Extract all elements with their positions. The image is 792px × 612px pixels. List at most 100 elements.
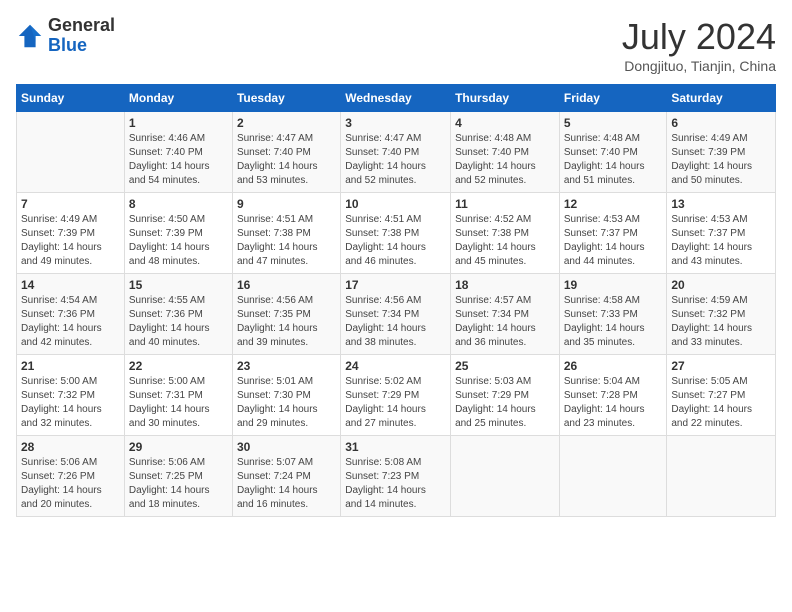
calendar-cell: 3Sunrise: 4:47 AM Sunset: 7:40 PM Daylig… bbox=[341, 112, 451, 193]
day-detail: Sunrise: 5:02 AM Sunset: 7:29 PM Dayligh… bbox=[345, 375, 446, 431]
weekday-header: Tuesday bbox=[232, 85, 340, 112]
day-detail: Sunrise: 5:06 AM Sunset: 7:26 PM Dayligh… bbox=[21, 456, 120, 512]
calendar-table: SundayMondayTuesdayWednesdayThursdayFrid… bbox=[16, 84, 776, 517]
calendar-cell: 23 Sunrise: 5:01 AM Sunset: 7:30 PM Dayli… bbox=[232, 355, 340, 436]
weekday-header: Wednesday bbox=[341, 85, 451, 112]
calendar-cell: 5Sunrise: 4:48 AM Sunset: 7:40 PM Daylig… bbox=[559, 112, 667, 193]
day-number: 18 bbox=[455, 278, 555, 292]
day-number: 3 bbox=[345, 116, 446, 130]
day-number: 22 bbox=[129, 359, 228, 373]
weekday-header: Friday bbox=[559, 85, 667, 112]
day-detail: Sunrise: 4:57 AM Sunset: 7:34 PM Dayligh… bbox=[455, 294, 555, 350]
day-detail: Sunrise: 5:00 AM Sunset: 7:32 PM Dayligh… bbox=[21, 375, 120, 431]
calendar-cell: 15Sunrise: 4:55 AM Sunset: 7:36 PM Dayli… bbox=[124, 274, 232, 355]
calendar-cell: 6 Sunrise: 4:49 AM Sunset: 7:39 PM Daylig… bbox=[667, 112, 776, 193]
logo-text: General Blue bbox=[48, 16, 115, 56]
weekday-header: Sunday bbox=[17, 85, 125, 112]
calendar-week-row: 7 Sunrise: 4:49 AM Sunset: 7:39 PM Daylig… bbox=[17, 193, 776, 274]
logo: General Blue bbox=[16, 16, 115, 56]
day-number: 7 bbox=[21, 197, 120, 211]
day-number: 26 bbox=[564, 359, 663, 373]
location: Dongjituo, Tianjin, China bbox=[622, 58, 776, 74]
calendar-cell: 1 Sunrise: 4:46 AM Sunset: 7:40 PM Daylig… bbox=[124, 112, 232, 193]
day-number: 1 bbox=[129, 116, 228, 130]
day-detail: Sunrise: 5:06 AM Sunset: 7:25 PM Dayligh… bbox=[129, 456, 228, 512]
day-detail: Sunrise: 4:59 AM Sunset: 7:32 PM Dayligh… bbox=[671, 294, 771, 350]
day-detail: Sunrise: 5:04 AM Sunset: 7:28 PM Dayligh… bbox=[564, 375, 663, 431]
day-detail: Sunrise: 4:58 AM Sunset: 7:33 PM Dayligh… bbox=[564, 294, 663, 350]
calendar-cell: 27 Sunrise: 5:05 AM Sunset: 7:27 PM Dayli… bbox=[667, 355, 776, 436]
calendar-cell: 8 Sunrise: 4:50 AM Sunset: 7:39 PM Daylig… bbox=[124, 193, 232, 274]
calendar-cell: 16 Sunrise: 4:56 AM Sunset: 7:35 PM Dayli… bbox=[232, 274, 340, 355]
day-number: 2 bbox=[237, 116, 336, 130]
day-number: 27 bbox=[671, 359, 771, 373]
day-detail: Sunrise: 5:00 AM Sunset: 7:31 PM Dayligh… bbox=[129, 375, 228, 431]
day-number: 30 bbox=[237, 440, 336, 454]
day-number: 21 bbox=[21, 359, 120, 373]
day-detail: Sunrise: 4:54 AM Sunset: 7:36 PM Dayligh… bbox=[21, 294, 120, 350]
day-detail: Sunrise: 5:07 AM Sunset: 7:24 PM Dayligh… bbox=[237, 456, 336, 512]
calendar-cell: 30 Sunrise: 5:07 AM Sunset: 7:24 PM Dayli… bbox=[232, 436, 340, 517]
calendar-cell bbox=[559, 436, 667, 517]
calendar-week-row: 14 Sunrise: 4:54 AM Sunset: 7:36 PM Dayli… bbox=[17, 274, 776, 355]
weekday-header-row: SundayMondayTuesdayWednesdayThursdayFrid… bbox=[17, 85, 776, 112]
calendar-cell: 10 Sunrise: 4:51 AM Sunset: 7:38 PM Dayli… bbox=[341, 193, 451, 274]
day-number: 10 bbox=[345, 197, 446, 211]
calendar-week-row: 1 Sunrise: 4:46 AM Sunset: 7:40 PM Daylig… bbox=[17, 112, 776, 193]
day-number: 13 bbox=[671, 197, 771, 211]
calendar-cell: 20 Sunrise: 4:59 AM Sunset: 7:32 PM Dayli… bbox=[667, 274, 776, 355]
calendar-cell: 31 Sunrise: 5:08 AM Sunset: 7:23 PM Dayli… bbox=[341, 436, 451, 517]
calendar-cell: 11Sunrise: 4:52 AM Sunset: 7:38 PM Dayli… bbox=[451, 193, 560, 274]
logo-blue: Blue bbox=[48, 35, 87, 55]
day-number: 25 bbox=[455, 359, 555, 373]
day-detail: Sunrise: 4:52 AM Sunset: 7:38 PM Dayligh… bbox=[455, 213, 555, 269]
month-title: July 2024 bbox=[622, 16, 776, 58]
day-detail: Sunrise: 4:51 AM Sunset: 7:38 PM Dayligh… bbox=[237, 213, 336, 269]
calendar-cell: 2 Sunrise: 4:47 AM Sunset: 7:40 PM Daylig… bbox=[232, 112, 340, 193]
logo-general: General bbox=[48, 15, 115, 35]
day-number: 29 bbox=[129, 440, 228, 454]
day-number: 17 bbox=[345, 278, 446, 292]
day-number: 8 bbox=[129, 197, 228, 211]
calendar-cell: 4Sunrise: 4:48 AM Sunset: 7:40 PM Daylig… bbox=[451, 112, 560, 193]
day-detail: Sunrise: 4:56 AM Sunset: 7:34 PM Dayligh… bbox=[345, 294, 446, 350]
day-detail: Sunrise: 4:53 AM Sunset: 7:37 PM Dayligh… bbox=[564, 213, 663, 269]
day-detail: Sunrise: 5:08 AM Sunset: 7:23 PM Dayligh… bbox=[345, 456, 446, 512]
day-detail: Sunrise: 4:46 AM Sunset: 7:40 PM Dayligh… bbox=[129, 132, 228, 188]
day-number: 28 bbox=[21, 440, 120, 454]
day-detail: Sunrise: 4:51 AM Sunset: 7:38 PM Dayligh… bbox=[345, 213, 446, 269]
day-detail: Sunrise: 4:55 AM Sunset: 7:36 PM Dayligh… bbox=[129, 294, 228, 350]
day-number: 6 bbox=[671, 116, 771, 130]
day-detail: Sunrise: 5:01 AM Sunset: 7:30 PM Dayligh… bbox=[237, 375, 336, 431]
day-detail: Sunrise: 4:49 AM Sunset: 7:39 PM Dayligh… bbox=[21, 213, 120, 269]
day-detail: Sunrise: 5:03 AM Sunset: 7:29 PM Dayligh… bbox=[455, 375, 555, 431]
calendar-cell: 22 Sunrise: 5:00 AM Sunset: 7:31 PM Dayli… bbox=[124, 355, 232, 436]
calendar-cell: 26 Sunrise: 5:04 AM Sunset: 7:28 PM Dayli… bbox=[559, 355, 667, 436]
day-detail: Sunrise: 5:05 AM Sunset: 7:27 PM Dayligh… bbox=[671, 375, 771, 431]
calendar-cell: 25 Sunrise: 5:03 AM Sunset: 7:29 PM Dayli… bbox=[451, 355, 560, 436]
day-detail: Sunrise: 4:47 AM Sunset: 7:40 PM Dayligh… bbox=[237, 132, 336, 188]
day-number: 9 bbox=[237, 197, 336, 211]
day-number: 5 bbox=[564, 116, 663, 130]
day-detail: Sunrise: 4:49 AM Sunset: 7:39 PM Dayligh… bbox=[671, 132, 771, 188]
day-number: 23 bbox=[237, 359, 336, 373]
calendar-cell: 24Sunrise: 5:02 AM Sunset: 7:29 PM Dayli… bbox=[341, 355, 451, 436]
day-number: 19 bbox=[564, 278, 663, 292]
day-number: 20 bbox=[671, 278, 771, 292]
day-number: 14 bbox=[21, 278, 120, 292]
day-detail: Sunrise: 4:48 AM Sunset: 7:40 PM Dayligh… bbox=[455, 132, 555, 188]
day-number: 12 bbox=[564, 197, 663, 211]
day-detail: Sunrise: 4:50 AM Sunset: 7:39 PM Dayligh… bbox=[129, 213, 228, 269]
page-header: General Blue July 2024 Dongjituo, Tianji… bbox=[16, 16, 776, 74]
title-block: July 2024 Dongjituo, Tianjin, China bbox=[622, 16, 776, 74]
day-detail: Sunrise: 4:56 AM Sunset: 7:35 PM Dayligh… bbox=[237, 294, 336, 350]
calendar-cell: 12 Sunrise: 4:53 AM Sunset: 7:37 PM Dayli… bbox=[559, 193, 667, 274]
day-number: 16 bbox=[237, 278, 336, 292]
calendar-cell: 18 Sunrise: 4:57 AM Sunset: 7:34 PM Dayli… bbox=[451, 274, 560, 355]
calendar-cell bbox=[667, 436, 776, 517]
day-detail: Sunrise: 4:53 AM Sunset: 7:37 PM Dayligh… bbox=[671, 213, 771, 269]
calendar-cell: 28 Sunrise: 5:06 AM Sunset: 7:26 PM Dayli… bbox=[17, 436, 125, 517]
calendar-cell: 17 Sunrise: 4:56 AM Sunset: 7:34 PM Dayli… bbox=[341, 274, 451, 355]
day-number: 31 bbox=[345, 440, 446, 454]
calendar-cell: 14 Sunrise: 4:54 AM Sunset: 7:36 PM Dayli… bbox=[17, 274, 125, 355]
